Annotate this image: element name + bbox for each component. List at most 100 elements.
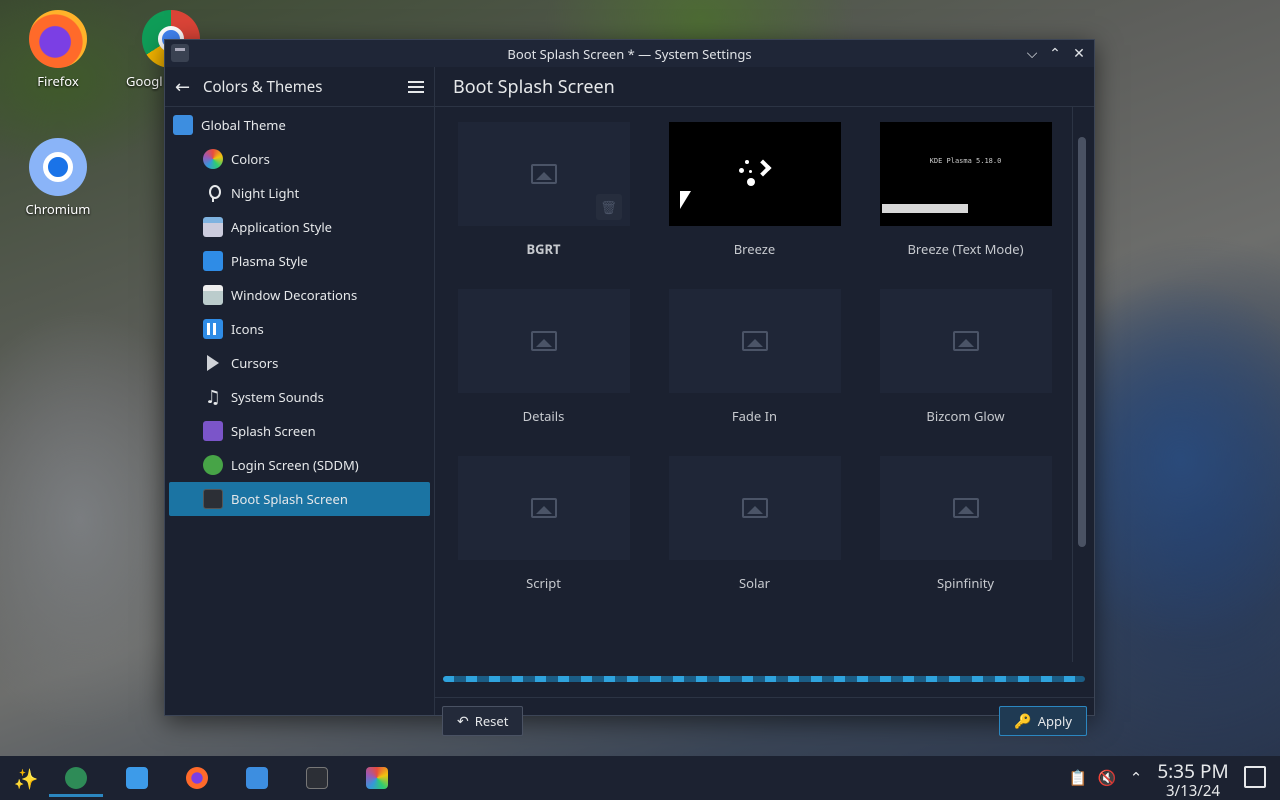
window-title: Boot Splash Screen * — System Settings	[507, 44, 752, 63]
terminal-icon	[306, 767, 328, 789]
sidebar-item-label: Window Decorations	[231, 286, 358, 304]
launcher-icon: ✨	[13, 764, 39, 792]
sidebar-title: Colors & Themes	[203, 76, 323, 97]
breeze-spinner-preview	[735, 154, 775, 194]
taskbar-discover[interactable]	[123, 764, 151, 792]
app-menu-icon[interactable]	[171, 44, 189, 62]
reset-button[interactable]: ↶ Reset	[442, 706, 524, 736]
taskbar: ✨ 📋 🔇 ⌃ 5:35 PM 3/13/24	[0, 756, 1280, 800]
clipboard-icon[interactable]: 📋	[1068, 768, 1088, 788]
speaker-muted-icon[interactable]: 🔇	[1097, 768, 1117, 788]
reset-label: Reset	[474, 712, 509, 730]
text-mode-preview-title: KDE Plasma 5.18.0	[929, 157, 1002, 165]
theme-thumbnail	[668, 122, 841, 226]
sidebar: ← Colors & Themes Global Theme Colors Ni…	[165, 67, 435, 715]
window-titlebar[interactable]: Boot Splash Screen * — System Settings ⌵…	[165, 40, 1094, 67]
close-icon: ✕	[1073, 43, 1085, 63]
sidebar-item-global-theme[interactable]: Global Theme	[165, 108, 434, 142]
cursor-icon	[203, 353, 223, 373]
show-desktop-button[interactable]	[1244, 766, 1266, 788]
theme-thumbnail	[457, 289, 630, 393]
main-content: Boot Splash Screen 🗑 BGRT Breeze KDE Pla…	[435, 67, 1094, 736]
theme-grid: 🗑 BGRT Breeze KDE Plasma 5.18.0 Breeze (…	[435, 107, 1080, 623]
sidebar-item-label: Cursors	[231, 354, 279, 372]
image-placeholder-icon	[741, 331, 768, 351]
digital-clock[interactable]: 5:35 PM 3/13/24	[1150, 760, 1236, 800]
theme-label: Breeze (Text Mode)	[907, 240, 1024, 258]
theme-tile-breeze-text-mode[interactable]: KDE Plasma 5.18.0 Breeze (Text Mode)	[860, 122, 1071, 289]
desktop-icon-chromium[interactable]: Chromium	[13, 138, 103, 218]
system-settings-window: Boot Splash Screen * — System Settings ⌵…	[164, 39, 1095, 736]
apply-button[interactable]: 🔑 Apply	[999, 706, 1087, 736]
theme-thumbnail	[457, 456, 630, 560]
discover-icon	[126, 767, 148, 789]
chevron-up-icon: ⌃	[1049, 43, 1061, 63]
busy-progress-indicator	[443, 676, 1085, 682]
sidebar-item-label: Global Theme	[201, 116, 286, 134]
sidebar-item-plasma-style[interactable]: Plasma Style	[165, 244, 434, 278]
sidebar-nav: Global Theme Colors Night Light Applicat…	[165, 107, 434, 516]
monitor-icon	[203, 489, 223, 509]
taskbar-dolphin[interactable]	[243, 764, 271, 792]
theme-tile-script[interactable]: Script	[438, 456, 649, 623]
sidebar-item-label: Plasma Style	[231, 252, 308, 270]
theme-grid-scroll-area[interactable]: 🗑 BGRT Breeze KDE Plasma 5.18.0 Breeze (…	[435, 107, 1080, 662]
theme-tile-bgrt[interactable]: 🗑 BGRT	[438, 122, 649, 289]
sidebar-item-cursors[interactable]: Cursors	[165, 346, 434, 380]
desktop-icon-firefox[interactable]: Firefox	[13, 10, 103, 90]
sidebar-item-label: Icons	[231, 320, 264, 338]
sidebar-item-icons[interactable]: Icons	[165, 312, 434, 346]
plasma-style-icon	[203, 251, 223, 271]
application-launcher-button[interactable]: ✨	[12, 764, 40, 792]
taskbar-system-settings[interactable]	[62, 764, 90, 792]
sidebar-item-label: System Sounds	[231, 388, 324, 406]
theme-label: Breeze	[733, 240, 776, 258]
page-title: Boot Splash Screen	[435, 67, 1094, 107]
taskbar-krita[interactable]	[363, 764, 391, 792]
theme-tile-spinfinity[interactable]: Spinfinity	[860, 456, 1071, 623]
application-style-icon	[203, 217, 223, 237]
sidebar-item-label: Colors	[231, 150, 270, 168]
image-placeholder-icon	[741, 498, 768, 518]
sidebar-item-system-sounds[interactable]: ♫ System Sounds	[165, 380, 434, 414]
theme-thumbnail: 🗑	[457, 122, 630, 226]
trash-icon[interactable]: 🗑	[595, 194, 622, 220]
sidebar-item-login-screen[interactable]: Login Screen (SDDM)	[165, 448, 434, 482]
window-decorations-icon	[203, 285, 223, 305]
clock-time: 5:35 PM	[1157, 758, 1229, 784]
theme-thumbnail	[668, 456, 841, 560]
sidebar-item-splash-screen[interactable]: Splash Screen	[165, 414, 434, 448]
theme-tile-fade-in[interactable]: Fade In	[649, 289, 860, 456]
theme-label: Fade In	[731, 407, 778, 425]
theme-tile-solar[interactable]: Solar	[649, 456, 860, 623]
close-button[interactable]: ✕	[1069, 43, 1089, 63]
theme-label: Bizcom Glow	[926, 407, 1005, 425]
chromium-icon	[29, 138, 87, 196]
login-screen-icon	[203, 455, 223, 475]
firefox-icon	[186, 767, 208, 789]
maximize-button[interactable]: ⌃	[1045, 43, 1065, 63]
hamburger-menu-icon[interactable]	[408, 80, 424, 93]
theme-tile-bizcom-glow[interactable]: Bizcom Glow	[860, 289, 1071, 456]
theme-thumbnail	[879, 456, 1052, 560]
back-arrow-icon[interactable]: ←	[175, 75, 199, 99]
desktop-icon-label: Chromium	[25, 200, 91, 218]
theme-tile-details[interactable]: Details	[438, 289, 649, 456]
image-placeholder-icon	[530, 331, 557, 351]
sidebar-item-window-decorations[interactable]: Window Decorations	[165, 278, 434, 312]
taskbar-konsole[interactable]	[303, 764, 331, 792]
chevron-down-icon: ⌵	[1026, 43, 1038, 63]
sidebar-item-night-light[interactable]: Night Light	[165, 176, 434, 210]
sidebar-item-boot-splash-screen[interactable]: Boot Splash Screen	[169, 482, 430, 516]
taskbar-firefox[interactable]	[183, 764, 211, 792]
sidebar-item-application-style[interactable]: Application Style	[165, 210, 434, 244]
vertical-scrollbar[interactable]	[1078, 137, 1086, 547]
key-icon: 🔑	[1014, 711, 1032, 731]
chevron-up-icon[interactable]: ⌃	[1126, 768, 1146, 788]
firefox-icon	[29, 10, 87, 68]
sidebar-item-colors[interactable]: Colors	[165, 142, 434, 176]
minimize-button[interactable]: ⌵	[1022, 43, 1042, 63]
sidebar-item-label: Application Style	[231, 218, 333, 236]
undo-icon: ↶	[457, 711, 469, 731]
theme-label: Spinfinity	[936, 574, 995, 592]
